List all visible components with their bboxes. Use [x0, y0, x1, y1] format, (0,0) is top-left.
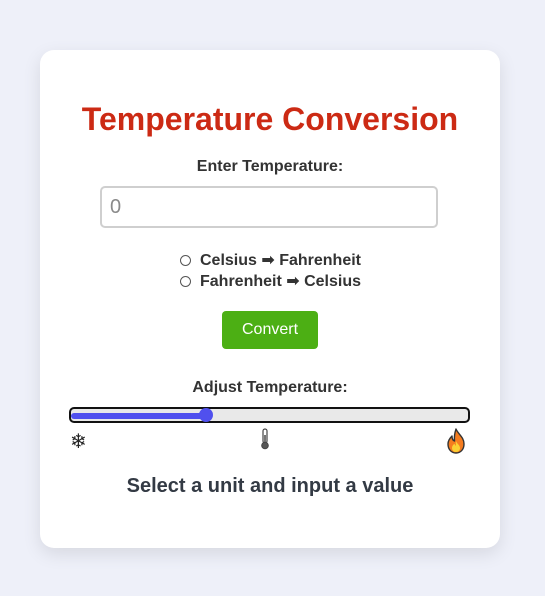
- slider-fill: [71, 413, 206, 419]
- adjust-temperature-label: Adjust Temperature:: [192, 379, 348, 396]
- temperature-input[interactable]: [100, 186, 438, 228]
- thermometer-icon: [260, 428, 276, 454]
- snowflake-icon: ❄: [70, 429, 87, 453]
- radio-celsius-to-fahrenheit[interactable]: Celsius ➡ Fahrenheit: [180, 250, 361, 270]
- result-text: Select a unit and input a value: [126, 475, 414, 497]
- radio-button-icon[interactable]: [180, 275, 191, 287]
- convert-button[interactable]: Convert: [222, 311, 318, 349]
- fire-icon: [445, 428, 467, 454]
- slider-thumb[interactable]: [198, 408, 213, 422]
- enter-temperature-label: Enter Temperature:: [196, 158, 344, 175]
- page-title: Temperature Conversion: [81, 101, 459, 137]
- radio-label: Fahrenheit ➡ Celsius: [200, 273, 361, 290]
- radio-button-icon[interactable]: [180, 254, 191, 266]
- temperature-slider[interactable]: [69, 407, 470, 423]
- radio-fahrenheit-to-celsius[interactable]: Fahrenheit ➡ Celsius: [180, 271, 361, 291]
- radio-label: Celsius ➡ Fahrenheit: [200, 252, 361, 269]
- converter-card: Temperature Conversion Enter Temperature…: [40, 50, 500, 548]
